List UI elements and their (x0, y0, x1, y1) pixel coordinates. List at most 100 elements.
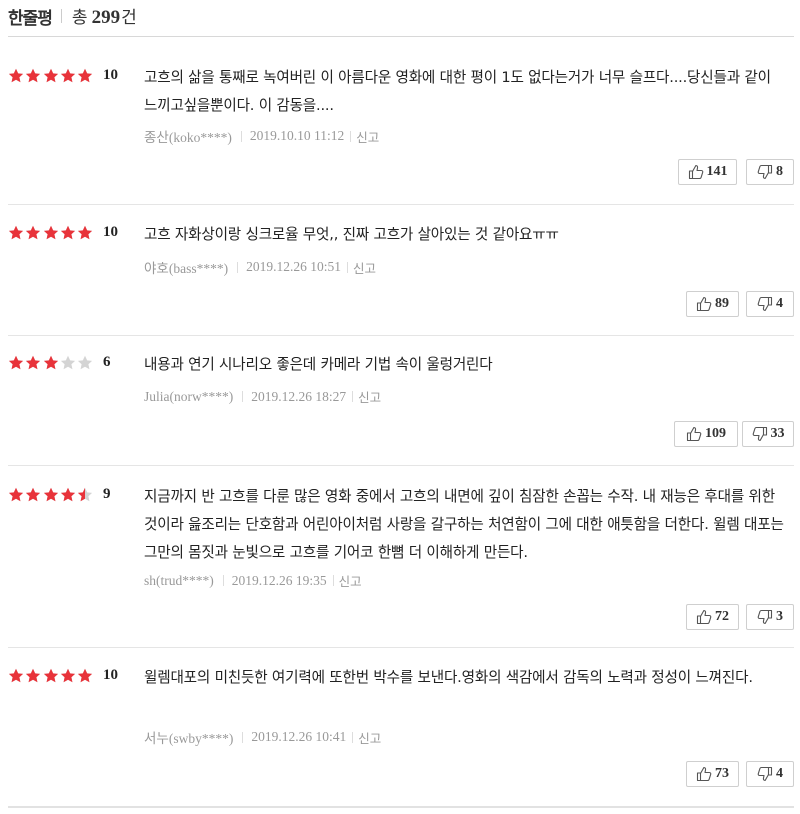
meta-divider (240, 130, 242, 142)
thumbs-up-icon (688, 165, 703, 180)
like-button[interactable]: 72 (686, 604, 739, 630)
thumbs-up-icon (696, 297, 712, 312)
report-link[interactable]: 신고 (339, 571, 362, 590)
review-item: 6 내용과 연기 시나리오 좋은데 카메라 기법 속이 울렁거린다 Julia(… (8, 354, 794, 466)
review-text: 내용과 연기 시나리오 좋은데 카메라 기법 속이 울렁거린다 (144, 356, 493, 373)
total-unit: 건 (121, 8, 137, 28)
review-author: 서누(swby****) (144, 731, 234, 746)
like-count: 73 (715, 766, 729, 781)
review-item: 9 지금까지 반 고흐를 다룬 많은 영화 중에서 고흐의 내면에 깊이 침잠한… (8, 486, 794, 648)
meta-divider (222, 575, 224, 586)
meta-divider (352, 391, 354, 402)
meta-divider (332, 575, 334, 586)
meta-divider (352, 731, 354, 743)
review-score: 10 (103, 67, 118, 83)
thumbs-down-icon (757, 296, 773, 311)
thumbs-down-icon (757, 609, 773, 624)
review-date: 2019.12.26 10:51 (246, 259, 341, 274)
review-item: 10 고흐의 삶을 통째로 녹여버린 이 아름다운 영화에 대한 평이 1도 없… (8, 67, 794, 205)
star-rating (8, 225, 94, 241)
thumbs-down-icon (752, 426, 767, 441)
review-item: 10 윌렘대포의 미친듯한 여기력에 또한번 박수를 보낸다.영화의 색감에서 … (8, 667, 794, 804)
review-author: 야호(bass****) (144, 261, 229, 276)
report-link[interactable]: 신고 (353, 258, 376, 277)
like-button[interactable]: 141 (678, 159, 737, 185)
like-count: 109 (705, 426, 726, 441)
star-icon (8, 68, 24, 83)
star-icon (26, 225, 41, 240)
report-link[interactable]: 신고 (356, 127, 379, 146)
review-header: 한줄평 총 299건 (8, 3, 137, 29)
like-count: 89 (715, 296, 729, 311)
section-title: 한줄평 (8, 8, 53, 29)
star-icon (26, 668, 41, 683)
header-divider-line (8, 36, 794, 37)
star-icon (60, 68, 75, 83)
thumbs-up-icon (696, 767, 712, 782)
review-author: Julia(norw****) (144, 388, 234, 404)
star-rating (8, 668, 94, 684)
meta-divider (242, 391, 244, 402)
star-icon (43, 487, 58, 502)
star-icon (43, 668, 58, 683)
star-icon (43, 68, 58, 83)
total-prefix: 총 (71, 8, 88, 28)
like-button[interactable]: 109 (674, 421, 738, 447)
review-date: 2019.12.26 10:41 (251, 729, 347, 744)
review-text: 고흐의 삶을 통째로 녹여버린 이 아름다운 영화에 대한 평이 1도 없다는거… (144, 69, 771, 114)
star-rating (8, 68, 94, 84)
total-number: 299 (91, 7, 121, 28)
report-link[interactable]: 신고 (358, 728, 381, 747)
dislike-button[interactable]: 8 (746, 159, 794, 185)
dislike-button[interactable]: 3 (746, 604, 794, 630)
star-icon (8, 355, 24, 370)
star-icon (43, 225, 58, 240)
dislike-count: 8 (776, 164, 783, 179)
review-date: 2019.12.26 19:35 (231, 572, 327, 588)
star-rating (8, 487, 94, 503)
dislike-button[interactable]: 4 (746, 291, 794, 317)
dislike-button[interactable]: 33 (742, 421, 794, 447)
star-icon (78, 668, 93, 683)
review-author: sh(trud****) (144, 572, 214, 588)
review-text: 고흐 자화상이랑 싱크로율 무엇,, 진짜 고흐가 살아있는 것 같아요ㅠㅠ (144, 226, 559, 243)
like-button[interactable]: 89 (686, 291, 739, 317)
star-icon (26, 68, 41, 83)
review-score: 9 (103, 486, 111, 502)
star-icon (78, 355, 93, 370)
header-divider (60, 9, 62, 23)
meta-divider (346, 261, 348, 273)
list-bottom-line (8, 806, 794, 808)
star-icon (78, 225, 93, 240)
star-icon (60, 668, 75, 683)
like-button[interactable]: 73 (686, 761, 739, 787)
review-meta: 야호(bass****) 2019.12.26 10:51 신고 (144, 257, 376, 277)
dislike-button[interactable]: 4 (746, 761, 794, 787)
star-icon (78, 68, 93, 83)
thumbs-down-icon (757, 164, 773, 179)
review-score: 6 (103, 354, 111, 370)
meta-divider (350, 130, 352, 142)
dislike-count: 4 (776, 766, 783, 781)
like-count: 141 (706, 164, 728, 179)
review-meta: sh(trud****) 2019.12.26 19:35 신고 (144, 571, 362, 590)
thumbs-down-icon (757, 766, 773, 781)
review-score: 10 (103, 667, 118, 683)
star-rating (8, 355, 94, 371)
thumbs-up-icon (696, 610, 712, 625)
thumbs-up-icon (686, 427, 702, 442)
star-icon (26, 487, 41, 502)
report-link[interactable]: 신고 (358, 387, 381, 406)
star-icon (78, 487, 93, 502)
review-item: 10 고흐 자화상이랑 싱크로율 무엇,, 진짜 고흐가 살아있는 것 같아요ㅠ… (8, 224, 794, 336)
review-author: 종산(koko****) (144, 130, 232, 145)
star-icon (60, 487, 75, 502)
total-count: 총 299건 (72, 3, 137, 29)
star-icon (8, 668, 24, 683)
star-icon (8, 487, 24, 502)
review-score: 10 (103, 224, 118, 240)
like-count: 72 (715, 609, 729, 624)
star-icon (60, 225, 75, 240)
star-icon (43, 355, 58, 370)
review-text: 윌렘대포의 미친듯한 여기력에 또한번 박수를 보낸다.영화의 색감에서 감독의… (144, 669, 753, 686)
